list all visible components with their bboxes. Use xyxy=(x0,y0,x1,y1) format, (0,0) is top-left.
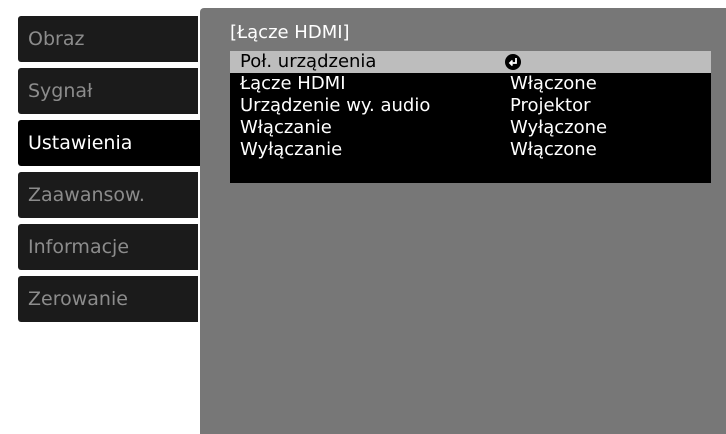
row-value: Włączone xyxy=(510,139,597,160)
sidebar-item-label: Zerowanie xyxy=(28,288,128,310)
sidebar-item-label: Zaawansow. xyxy=(28,184,145,206)
menu-row-urzadzenie-wy-audio[interactable]: Urządzenie wy. audio Projektor xyxy=(230,95,711,117)
menu-row-wlaczanie[interactable]: Włączanie Wyłączone xyxy=(230,117,711,139)
sidebar-item-label: Informacje xyxy=(28,236,130,258)
sidebar-item-label: Ustawienia xyxy=(28,132,133,154)
settings-list: Poł. urządzenia Łącze HDMI Włączone Urzą… xyxy=(230,51,711,183)
sidebar-item-zerowanie[interactable]: Zerowanie xyxy=(18,276,198,322)
row-label: Poł. urządzenia xyxy=(240,51,377,72)
panel-title: [Łącze HDMI] xyxy=(230,22,350,43)
enter-icon xyxy=(505,54,521,70)
sidebar-item-label: Obraz xyxy=(28,28,85,50)
sidebar-item-sygnal[interactable]: Sygnał xyxy=(18,68,198,114)
row-label: Wyłączanie xyxy=(240,139,343,160)
row-value: Projektor xyxy=(510,95,591,116)
sidebar-item-zaawansow[interactable]: Zaawansow. xyxy=(18,172,198,218)
row-value: Wyłączone xyxy=(510,117,608,138)
sidebar-item-informacje[interactable]: Informacje xyxy=(18,224,198,270)
sidebar-item-ustawienia[interactable]: Ustawienia xyxy=(18,120,214,166)
menu-row-lacze-hdmi[interactable]: Łącze HDMI Włączone xyxy=(230,73,711,95)
row-label: Urządzenie wy. audio xyxy=(240,95,431,116)
row-value: Włączone xyxy=(510,73,597,94)
settings-panel: [Łącze HDMI] Poł. urządzenia Łącze HDMI … xyxy=(200,8,726,434)
menu-row-wylaczanie[interactable]: Wyłączanie Włączone xyxy=(230,139,711,161)
row-label: Łącze HDMI xyxy=(240,73,346,94)
sidebar-item-obraz[interactable]: Obraz xyxy=(18,16,198,62)
row-label: Włączanie xyxy=(240,117,332,138)
menu-row-pol-urzadzenia[interactable]: Poł. urządzenia xyxy=(230,51,711,73)
sidebar-item-label: Sygnał xyxy=(28,80,93,102)
